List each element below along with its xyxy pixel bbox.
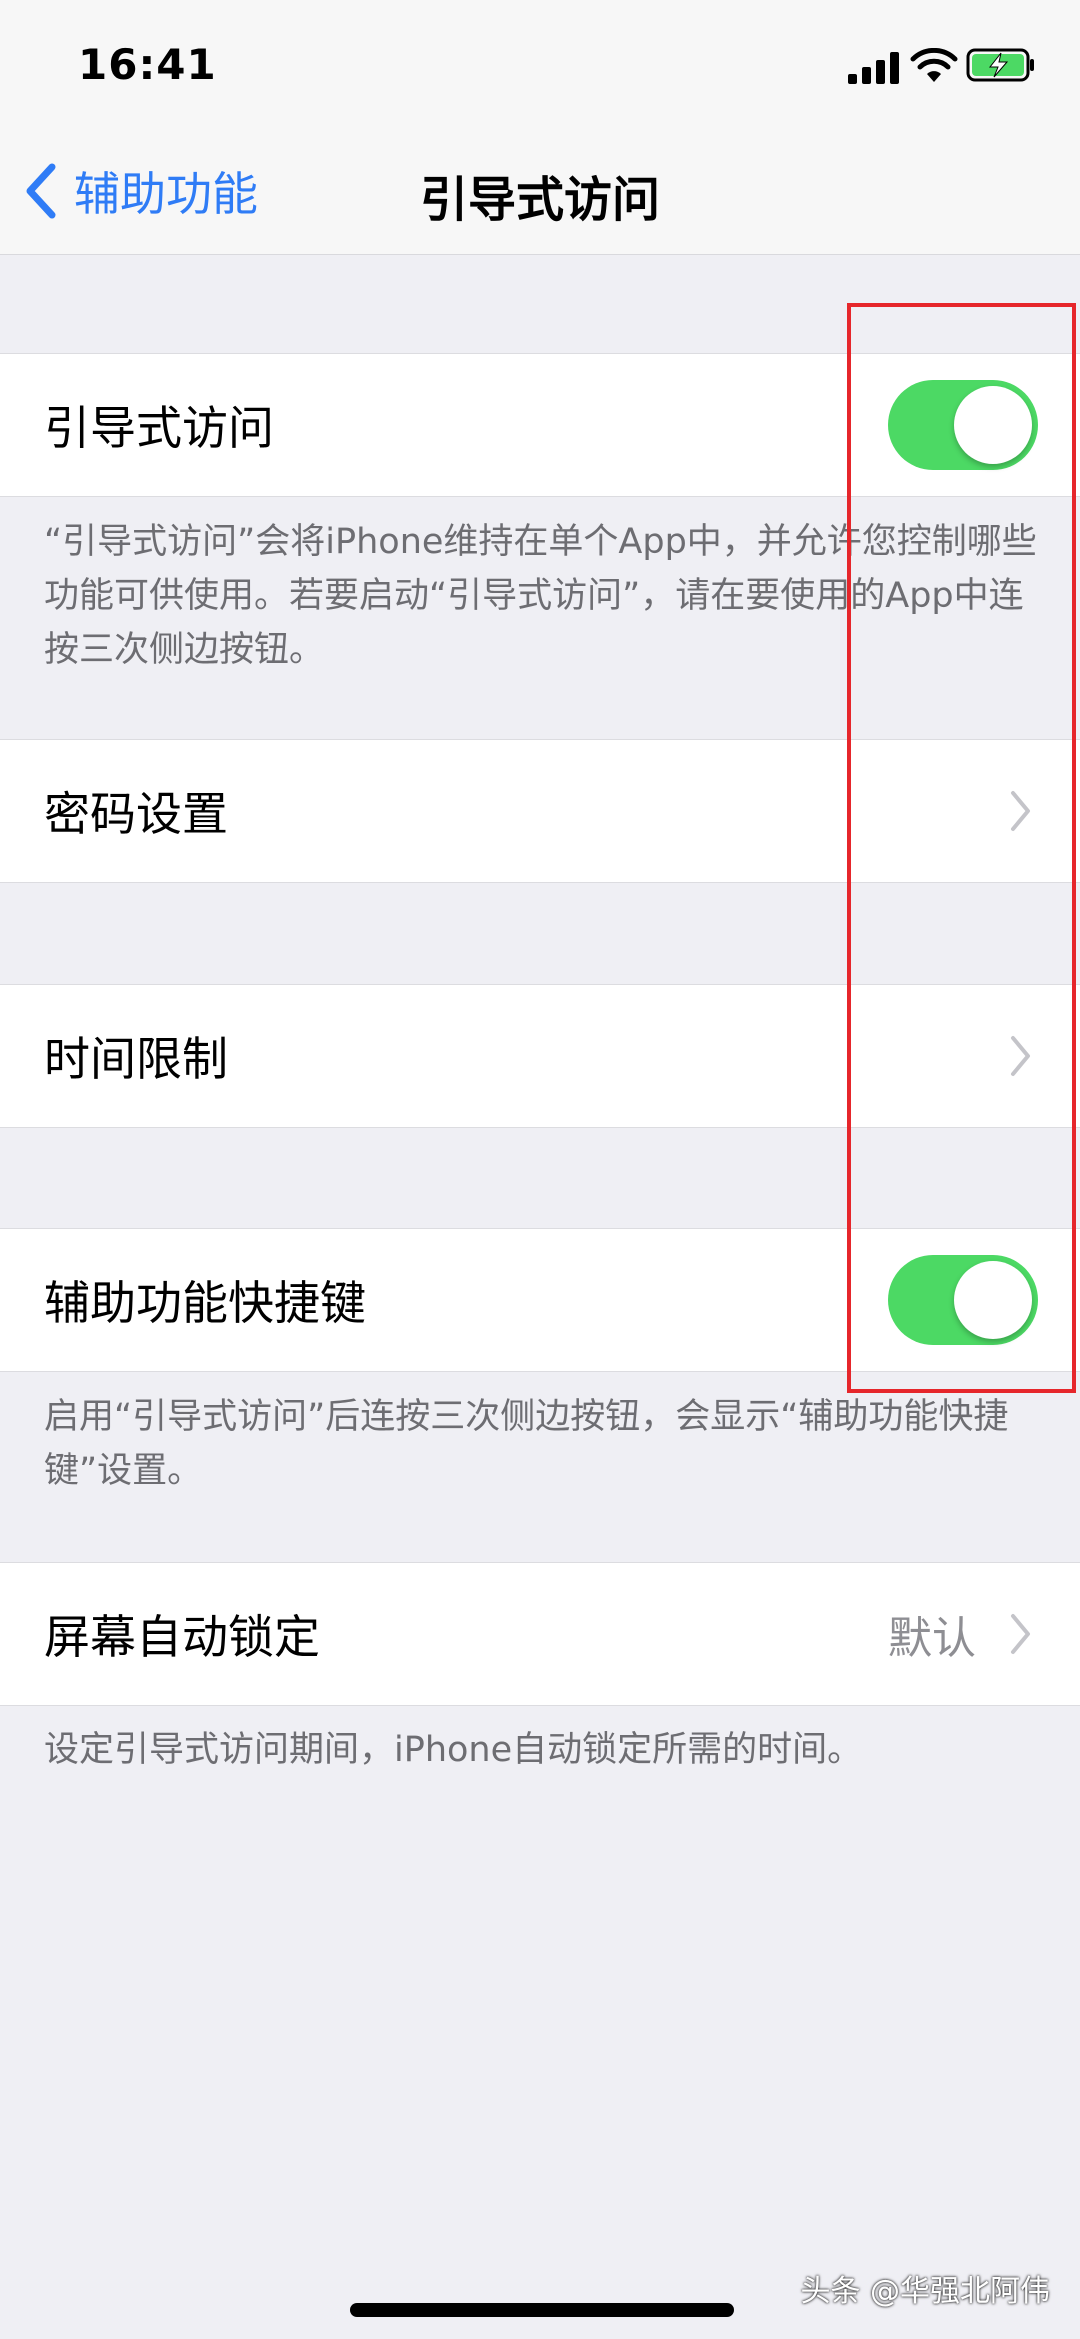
chevron-right-icon bbox=[1011, 1614, 1030, 1654]
auto-lock-cell[interactable]: 屏幕自动锁定 默认 bbox=[0, 1563, 1080, 1705]
battery-charging-icon bbox=[966, 48, 1034, 82]
wifi-icon bbox=[910, 48, 958, 82]
page-title: 引导式访问 bbox=[419, 172, 660, 228]
navigation-bar: 辅助功能 引导式访问 bbox=[0, 130, 1080, 255]
auto-lock-label: 屏幕自动锁定 bbox=[44, 1610, 320, 1664]
accessibility-shortcut-label: 辅助功能快捷键 bbox=[44, 1276, 366, 1330]
home-indicator bbox=[350, 2303, 734, 2317]
guided-access-label: 引导式访问 bbox=[44, 401, 274, 455]
signal-icon bbox=[848, 52, 899, 84]
screen: 16:41 辅助功能 引导式访问 引导式访问 “引导式访问”会将iPhone维持… bbox=[0, 0, 1080, 2339]
status-time: 16:41 bbox=[78, 40, 217, 89]
status-bar: 16:41 bbox=[0, 0, 1080, 130]
auto-lock-footer: 设定引导式访问期间，iPhone自动锁定所需的时间。 bbox=[44, 1730, 863, 1770]
passcode-settings-label: 密码设置 bbox=[44, 787, 228, 841]
auto-lock-value: 默认 bbox=[888, 1613, 976, 1664]
highlight-annotation-box bbox=[847, 303, 1076, 1393]
time-limits-label: 时间限制 bbox=[44, 1032, 228, 1086]
auto-lock-group: 屏幕自动锁定 默认 bbox=[0, 1562, 1080, 1706]
watermark: 头条 @华强北阿伟 bbox=[800, 2274, 1050, 2309]
accessibility-shortcut-footer: 启用“引导式访问”后连按三次侧边按钮，会显示“辅助功能快捷键”设置。 bbox=[44, 1397, 1009, 1491]
